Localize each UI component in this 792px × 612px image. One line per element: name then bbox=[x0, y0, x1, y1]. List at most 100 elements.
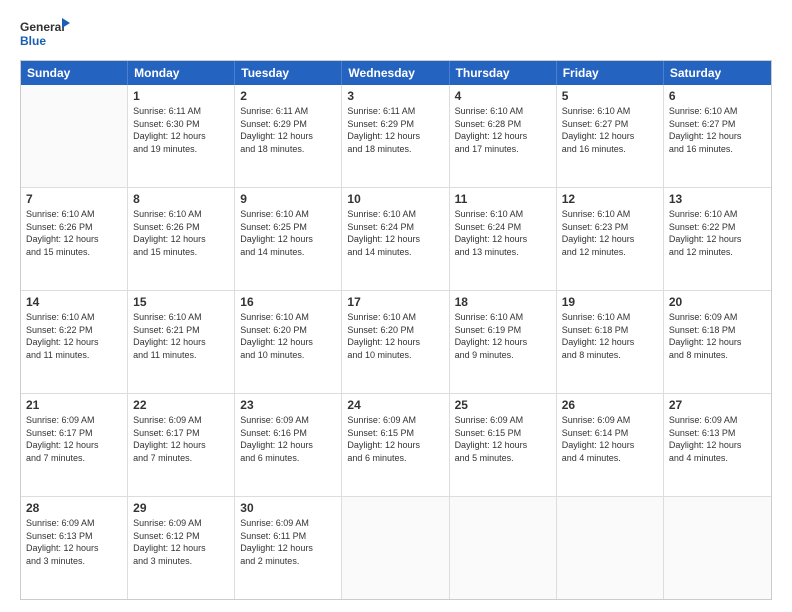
day-number: 18 bbox=[455, 295, 551, 309]
day-number: 12 bbox=[562, 192, 658, 206]
calendar-cell bbox=[664, 497, 771, 599]
day-number: 19 bbox=[562, 295, 658, 309]
calendar-cell: 8 Sunrise: 6:10 AM Sunset: 6:26 PM Daylig… bbox=[128, 188, 235, 290]
calendar-cell: 15 Sunrise: 6:10 AM Sunset: 6:21 PM Dayli… bbox=[128, 291, 235, 393]
calendar-cell: 17 Sunrise: 6:10 AM Sunset: 6:20 PM Dayli… bbox=[342, 291, 449, 393]
day-info: Sunrise: 6:09 AM Sunset: 6:17 PM Dayligh… bbox=[133, 414, 229, 464]
day-number: 24 bbox=[347, 398, 443, 412]
calendar-cell: 29 Sunrise: 6:09 AM Sunset: 6:12 PM Dayli… bbox=[128, 497, 235, 599]
day-info: Sunrise: 6:09 AM Sunset: 6:11 PM Dayligh… bbox=[240, 517, 336, 567]
day-info: Sunrise: 6:10 AM Sunset: 6:23 PM Dayligh… bbox=[562, 208, 658, 258]
svg-text:General: General bbox=[20, 20, 65, 34]
calendar-cell: 21 Sunrise: 6:09 AM Sunset: 6:17 PM Dayli… bbox=[21, 394, 128, 496]
calendar-header-tuesday: Tuesday bbox=[235, 61, 342, 85]
day-number: 21 bbox=[26, 398, 122, 412]
day-number: 8 bbox=[133, 192, 229, 206]
calendar-header: SundayMondayTuesdayWednesdayThursdayFrid… bbox=[21, 61, 771, 85]
day-number: 10 bbox=[347, 192, 443, 206]
day-number: 7 bbox=[26, 192, 122, 206]
day-number: 16 bbox=[240, 295, 336, 309]
day-info: Sunrise: 6:10 AM Sunset: 6:21 PM Dayligh… bbox=[133, 311, 229, 361]
day-info: Sunrise: 6:09 AM Sunset: 6:17 PM Dayligh… bbox=[26, 414, 122, 464]
day-number: 27 bbox=[669, 398, 766, 412]
day-number: 5 bbox=[562, 89, 658, 103]
day-number: 23 bbox=[240, 398, 336, 412]
day-info: Sunrise: 6:10 AM Sunset: 6:20 PM Dayligh… bbox=[240, 311, 336, 361]
day-info: Sunrise: 6:09 AM Sunset: 6:16 PM Dayligh… bbox=[240, 414, 336, 464]
day-number: 11 bbox=[455, 192, 551, 206]
logo: General Blue bbox=[20, 16, 70, 52]
calendar-cell: 5 Sunrise: 6:10 AM Sunset: 6:27 PM Daylig… bbox=[557, 85, 664, 187]
day-number: 1 bbox=[133, 89, 229, 103]
calendar-cell bbox=[557, 497, 664, 599]
calendar-cell: 18 Sunrise: 6:10 AM Sunset: 6:19 PM Dayli… bbox=[450, 291, 557, 393]
calendar-row-3: 14Sunrise: 6:10 AM Sunset: 6:22 PM Dayli… bbox=[21, 291, 771, 394]
calendar-cell: 28 Sunrise: 6:09 AM Sunset: 6:13 PM Dayli… bbox=[21, 497, 128, 599]
calendar-cell: 24Sunrise: 6:09 AM Sunset: 6:15 PM Dayli… bbox=[342, 394, 449, 496]
calendar-cell: 1Sunrise: 6:11 AM Sunset: 6:30 PM Daylig… bbox=[128, 85, 235, 187]
calendar-cell: 27 Sunrise: 6:09 AM Sunset: 6:13 PM Dayli… bbox=[664, 394, 771, 496]
calendar-cell: 19 Sunrise: 6:10 AM Sunset: 6:18 PM Dayli… bbox=[557, 291, 664, 393]
calendar-cell: 4 Sunrise: 6:10 AM Sunset: 6:28 PM Daylig… bbox=[450, 85, 557, 187]
calendar-cell: 26Sunrise: 6:09 AM Sunset: 6:14 PM Dayli… bbox=[557, 394, 664, 496]
day-info: Sunrise: 6:09 AM Sunset: 6:12 PM Dayligh… bbox=[133, 517, 229, 567]
day-number: 14 bbox=[26, 295, 122, 309]
day-info: Sunrise: 6:10 AM Sunset: 6:19 PM Dayligh… bbox=[455, 311, 551, 361]
day-info: Sunrise: 6:11 AM Sunset: 6:29 PM Dayligh… bbox=[347, 105, 443, 155]
calendar-header-friday: Friday bbox=[557, 61, 664, 85]
day-number: 25 bbox=[455, 398, 551, 412]
day-info: Sunrise: 6:10 AM Sunset: 6:24 PM Dayligh… bbox=[455, 208, 551, 258]
calendar-header-monday: Monday bbox=[128, 61, 235, 85]
day-info: Sunrise: 6:10 AM Sunset: 6:27 PM Dayligh… bbox=[562, 105, 658, 155]
day-number: 22 bbox=[133, 398, 229, 412]
day-info: Sunrise: 6:10 AM Sunset: 6:20 PM Dayligh… bbox=[347, 311, 443, 361]
day-number: 2 bbox=[240, 89, 336, 103]
svg-text:Blue: Blue bbox=[20, 34, 46, 48]
day-info: Sunrise: 6:09 AM Sunset: 6:13 PM Dayligh… bbox=[669, 414, 766, 464]
day-info: Sunrise: 6:10 AM Sunset: 6:22 PM Dayligh… bbox=[669, 208, 766, 258]
calendar-cell: 9 Sunrise: 6:10 AM Sunset: 6:25 PM Daylig… bbox=[235, 188, 342, 290]
calendar-body: 1Sunrise: 6:11 AM Sunset: 6:30 PM Daylig… bbox=[21, 85, 771, 599]
calendar-cell: 16 Sunrise: 6:10 AM Sunset: 6:20 PM Dayli… bbox=[235, 291, 342, 393]
calendar-cell: 23 Sunrise: 6:09 AM Sunset: 6:16 PM Dayli… bbox=[235, 394, 342, 496]
calendar-cell: 25 Sunrise: 6:09 AM Sunset: 6:15 PM Dayli… bbox=[450, 394, 557, 496]
day-info: Sunrise: 6:09 AM Sunset: 6:13 PM Dayligh… bbox=[26, 517, 122, 567]
header: General Blue bbox=[20, 16, 772, 52]
calendar-cell bbox=[21, 85, 128, 187]
day-info: Sunrise: 6:09 AM Sunset: 6:15 PM Dayligh… bbox=[455, 414, 551, 464]
day-number: 4 bbox=[455, 89, 551, 103]
day-info: Sunrise: 6:10 AM Sunset: 6:25 PM Dayligh… bbox=[240, 208, 336, 258]
day-number: 13 bbox=[669, 192, 766, 206]
day-info: Sunrise: 6:11 AM Sunset: 6:29 PM Dayligh… bbox=[240, 105, 336, 155]
calendar-header-wednesday: Wednesday bbox=[342, 61, 449, 85]
calendar-cell: 7 Sunrise: 6:10 AM Sunset: 6:26 PM Daylig… bbox=[21, 188, 128, 290]
calendar-cell: 11 Sunrise: 6:10 AM Sunset: 6:24 PM Dayli… bbox=[450, 188, 557, 290]
calendar-cell: 3Sunrise: 6:11 AM Sunset: 6:29 PM Daylig… bbox=[342, 85, 449, 187]
day-number: 15 bbox=[133, 295, 229, 309]
calendar-cell: 20 Sunrise: 6:09 AM Sunset: 6:18 PM Dayli… bbox=[664, 291, 771, 393]
day-number: 9 bbox=[240, 192, 336, 206]
calendar-cell: 2 Sunrise: 6:11 AM Sunset: 6:29 PM Daylig… bbox=[235, 85, 342, 187]
logo-svg: General Blue bbox=[20, 16, 70, 52]
day-number: 28 bbox=[26, 501, 122, 515]
day-number: 20 bbox=[669, 295, 766, 309]
calendar-cell: 10Sunrise: 6:10 AM Sunset: 6:24 PM Dayli… bbox=[342, 188, 449, 290]
day-info: Sunrise: 6:10 AM Sunset: 6:18 PM Dayligh… bbox=[562, 311, 658, 361]
page: General Blue SundayMondayTuesdayWednesda… bbox=[0, 0, 792, 612]
calendar-cell: 30 Sunrise: 6:09 AM Sunset: 6:11 PM Dayli… bbox=[235, 497, 342, 599]
day-info: Sunrise: 6:09 AM Sunset: 6:18 PM Dayligh… bbox=[669, 311, 766, 361]
day-info: Sunrise: 6:10 AM Sunset: 6:28 PM Dayligh… bbox=[455, 105, 551, 155]
day-number: 30 bbox=[240, 501, 336, 515]
day-number: 29 bbox=[133, 501, 229, 515]
calendar-cell: 6Sunrise: 6:10 AM Sunset: 6:27 PM Daylig… bbox=[664, 85, 771, 187]
day-info: Sunrise: 6:10 AM Sunset: 6:26 PM Dayligh… bbox=[133, 208, 229, 258]
calendar-cell: 22 Sunrise: 6:09 AM Sunset: 6:17 PM Dayli… bbox=[128, 394, 235, 496]
calendar-row-5: 28 Sunrise: 6:09 AM Sunset: 6:13 PM Dayli… bbox=[21, 497, 771, 599]
calendar-header-sunday: Sunday bbox=[21, 61, 128, 85]
calendar-header-saturday: Saturday bbox=[664, 61, 771, 85]
day-number: 26 bbox=[562, 398, 658, 412]
calendar-cell bbox=[342, 497, 449, 599]
day-info: Sunrise: 6:10 AM Sunset: 6:26 PM Dayligh… bbox=[26, 208, 122, 258]
day-number: 17 bbox=[347, 295, 443, 309]
calendar-cell: 12 Sunrise: 6:10 AM Sunset: 6:23 PM Dayli… bbox=[557, 188, 664, 290]
